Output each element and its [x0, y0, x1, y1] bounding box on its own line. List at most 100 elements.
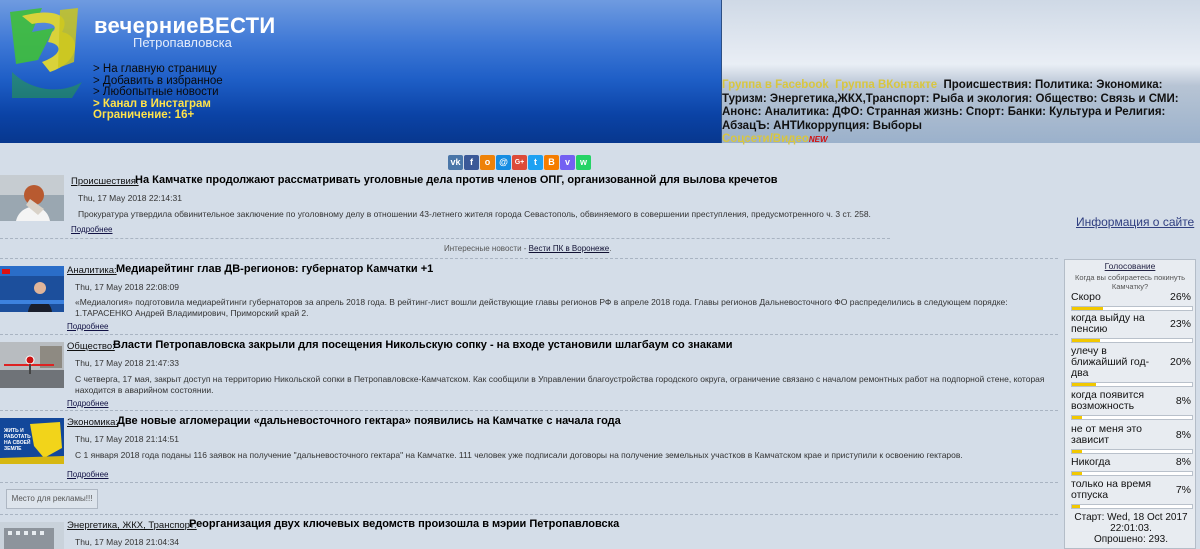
poll-option[interactable]: улечу в ближайший год-два 20%	[1071, 346, 1193, 379]
news-more-link[interactable]: Подробнее	[71, 225, 113, 234]
news-category-link[interactable]: Энергетика, ЖКХ, Транспорт:	[67, 520, 197, 531]
viber-icon[interactable]: v	[560, 155, 575, 170]
news-date: Thu, 17 May 2018 21:14:51	[75, 434, 179, 444]
news-category-link[interactable]: Общество:	[67, 341, 115, 352]
odnoklassniki-icon[interactable]: о	[480, 155, 495, 170]
news-title[interactable]: Реорганизация двух ключевых ведомств про…	[189, 518, 619, 530]
poll-option-label: улечу в ближайший год-два	[1071, 345, 1150, 379]
ad-placeholder[interactable]: Место для рекламы!!!	[6, 489, 98, 509]
poll-bar-fill	[1072, 505, 1081, 508]
new-badge: NEW	[808, 135, 828, 144]
poll-respondents: Опрошено: 293.	[1093, 534, 1168, 545]
news-date: Thu, 17 May 2018 22:08:09	[75, 282, 179, 292]
poll-bar	[1071, 382, 1193, 387]
googleplus-icon[interactable]: G+	[512, 155, 527, 170]
news-text: С четверга, 17 мая, закрыт доступ на тер…	[75, 374, 1045, 395]
news-thumbnail[interactable]	[0, 175, 64, 221]
poll-bar	[1071, 306, 1193, 311]
poll-bar	[1071, 504, 1193, 509]
facebook-group-link[interactable]: Группа в Facebook	[722, 79, 829, 91]
poll-option-percent: 8%	[1175, 456, 1191, 468]
poll-option[interactable]: Никогда 8%	[1071, 457, 1193, 468]
header-left-panel: вечерниеВЕСТИ Петропавловска > На главну…	[0, 0, 721, 143]
site-logo-icon[interactable]	[2, 2, 88, 98]
news-category-link[interactable]: Экономика:	[67, 417, 118, 428]
poll-option-percent: 26%	[1169, 291, 1191, 303]
poll-option[interactable]: не от меня это зависит 8%	[1071, 424, 1193, 446]
news-date: Thu, 17 May 2018 22:14:31	[78, 193, 182, 203]
poll-option-percent: 8%	[1175, 395, 1191, 407]
poll-option[interactable]: когда появится возможность 8%	[1071, 390, 1193, 412]
poll-bar	[1071, 449, 1193, 454]
poll-bar-fill	[1072, 307, 1104, 310]
poll-option[interactable]: Скоро 26%	[1071, 292, 1193, 303]
header-category-links: Группа в Facebook Группа ВКонтакте Проис…	[722, 79, 1200, 147]
news-more-link[interactable]: Подробнее	[67, 399, 109, 408]
news-date: Thu, 17 May 2018 21:04:34	[75, 537, 179, 547]
news-text: Прокуратура утвердила обвинительное закл…	[78, 209, 871, 219]
vk-icon[interactable]: vk	[448, 155, 463, 170]
facebook-icon[interactable]: f	[464, 155, 479, 170]
poll-widget: Голосование Когда вы собираетесь покинут…	[1064, 259, 1196, 549]
poll-option-percent: 8%	[1175, 429, 1191, 441]
poll-option-label: не от меня это зависит	[1071, 423, 1143, 446]
news-more-link[interactable]: Подробнее	[67, 322, 109, 331]
news-text: С 1 января 2018 года поданы 116 заявок н…	[75, 450, 963, 460]
poll-title[interactable]: Голосование	[1065, 261, 1195, 271]
poll-option-percent: 23%	[1169, 318, 1191, 330]
poll-bar	[1071, 338, 1193, 343]
mymail-icon[interactable]: @	[496, 155, 511, 170]
news-more-link[interactable]: Подробнее	[67, 470, 109, 479]
news-text: «Медиалогия» подготовила медиарейтинги г…	[75, 297, 1008, 318]
news-thumbnail[interactable]	[0, 266, 64, 312]
blogger-icon[interactable]: B	[544, 155, 559, 170]
divider	[0, 258, 1058, 259]
poll-bar-fill	[1072, 383, 1096, 386]
poll-option-label: только на время отпуска	[1071, 478, 1152, 501]
news-title[interactable]: Власти Петропавловска закрыли для посеще…	[113, 339, 733, 351]
news-category-link[interactable]: Происшествия:	[71, 176, 139, 187]
news-title[interactable]: На Камчатке продолжают рассматривать уго…	[135, 174, 778, 186]
header-menu: > На главную страницу > Добавить в избра…	[93, 63, 223, 122]
poll-bar-fill	[1072, 450, 1082, 453]
menu-curious-news-link[interactable]: > Любопытные новости	[93, 86, 223, 99]
site-header: вечерниеВЕСТИ Петропавловска > На главну…	[0, 0, 1200, 145]
divider	[0, 238, 890, 239]
whatsapp-icon[interactable]: w	[576, 155, 591, 170]
news-title[interactable]: Медиарейтинг глав ДВ-регионов: губернато…	[116, 263, 433, 275]
poll-option-label: когда появится возможность	[1071, 389, 1145, 412]
poll-option-label: когда выйду на пенсию	[1071, 312, 1145, 335]
twitter-icon[interactable]: t	[528, 155, 543, 170]
vk-group-link[interactable]: Группа ВКонтакте	[835, 79, 937, 91]
divider	[0, 482, 1058, 483]
poll-start-date: Старт: Wed, 18 Oct 2017 22:01:03.	[1074, 512, 1188, 534]
poll-bar	[1071, 471, 1193, 476]
news-title[interactable]: Две новые агломерации «дальневосточного …	[117, 415, 621, 427]
news-thumbnail[interactable]	[0, 342, 64, 388]
news-category-link[interactable]: Аналитика:	[67, 265, 117, 276]
poll-option[interactable]: когда выйду на пенсию 23%	[1071, 313, 1193, 335]
news-date: Thu, 17 May 2018 21:47:33	[75, 358, 179, 368]
divider	[0, 514, 1058, 515]
news-thumbnail[interactable]	[0, 522, 64, 549]
age-limit-label: Ограничение: 16+	[93, 109, 195, 121]
poll-option-percent: 7%	[1175, 484, 1191, 496]
site-subtitle: Петропавловска	[133, 35, 232, 50]
interesting-news: Интересные новости - Вести ПК в Воронеже…	[444, 244, 612, 253]
divider	[0, 410, 1058, 411]
poll-option-label: Скоро	[1071, 291, 1101, 303]
about-site-link[interactable]: Информация о сайте	[1076, 215, 1194, 229]
news-thumbnail[interactable]: ЖИТЬ И РАБОТАТЬ НА СВОЕЙ ЗЕМЛЕ	[0, 418, 64, 464]
poll-bar	[1071, 415, 1193, 420]
social-video-link[interactable]: Соцсети/Видео	[722, 133, 809, 145]
poll-bar-fill	[1072, 339, 1100, 342]
divider	[0, 334, 1058, 335]
poll-option-percent: 20%	[1169, 356, 1191, 368]
poll-question: Когда вы собираетесь покинуть Камчатку?	[1075, 273, 1185, 291]
interesting-news-link[interactable]: Вести ПК в Воронеже	[529, 244, 610, 253]
poll-option[interactable]: только на время отпуска 7%	[1071, 479, 1193, 501]
menu-home-link[interactable]: > На главную страницу	[93, 63, 223, 76]
poll-option-label: Никогда	[1071, 456, 1111, 468]
poll-footer: Старт: Wed, 18 Oct 2017 22:01:03. Опроше…	[1071, 512, 1191, 545]
thumbnail-caption: ЖИТЬ И РАБОТАТЬ НА СВОЕЙ ЗЕМЛЕ	[4, 428, 31, 452]
